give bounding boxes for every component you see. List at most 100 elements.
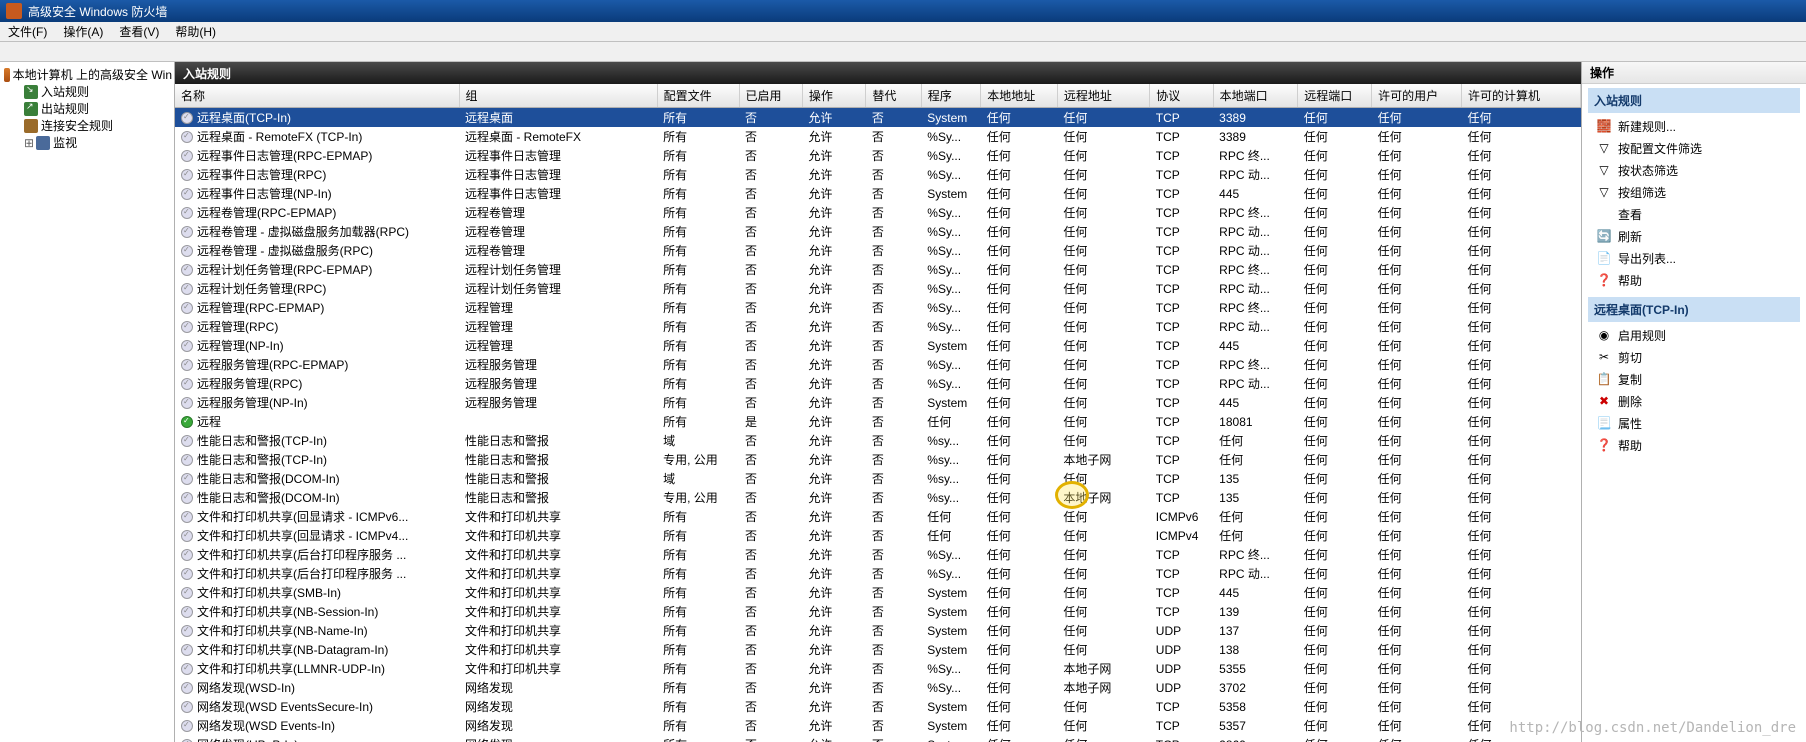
cell-rport: 任何: [1298, 279, 1372, 298]
col-user[interactable]: 许可的用户: [1372, 84, 1462, 108]
menu-view[interactable]: 查看(V): [111, 23, 167, 40]
col-rport[interactable]: 远程端口: [1298, 84, 1372, 108]
col-comp[interactable]: 许可的计算机: [1461, 84, 1580, 108]
table-row[interactable]: 文件和打印机共享(回显请求 - ICMPv6...文件和打印机共享所有否允许否任…: [175, 507, 1581, 526]
col-lport[interactable]: 本地端口: [1213, 84, 1298, 108]
table-row[interactable]: 远程桌面(TCP-In)远程桌面所有否允许否System任何任何TCP3389任…: [175, 108, 1581, 128]
action-properties[interactable]: 📃属性: [1588, 412, 1800, 434]
action-export[interactable]: 📄导出列表...: [1588, 247, 1800, 269]
action-copy[interactable]: 📋复制: [1588, 368, 1800, 390]
rule-status-icon: [181, 283, 193, 295]
table-row[interactable]: 文件和打印机共享(后台打印程序服务 ...文件和打印机共享所有否允许否%Sy..…: [175, 545, 1581, 564]
table-row[interactable]: 远程所有是允许否任何任何任何TCP18081任何任何任何: [175, 412, 1581, 431]
table-row[interactable]: 性能日志和警报(TCP-In)性能日志和警报域否允许否%sy...任何任何TCP…: [175, 431, 1581, 450]
col-program[interactable]: 程序: [921, 84, 980, 108]
cell-profile: 域: [657, 431, 739, 450]
action-refresh[interactable]: 🔄刷新: [1588, 225, 1800, 247]
table-row[interactable]: 远程管理(NP-In)远程管理所有否允许否System任何任何TCP445任何任…: [175, 336, 1581, 355]
table-row[interactable]: 网络发现(UPnP-In)网络发现所有否允许否System任何任何TCP2869…: [175, 735, 1581, 742]
cut-icon: ✂: [1596, 349, 1612, 365]
table-row[interactable]: 网络发现(WSD Events-In)网络发现所有否允许否System任何任何T…: [175, 716, 1581, 735]
col-action[interactable]: 操作: [802, 84, 865, 108]
table-row[interactable]: 远程事件日志管理(RPC)远程事件日志管理所有否允许否%Sy...任何任何TCP…: [175, 165, 1581, 184]
table-row[interactable]: 性能日志和警报(DCOM-In)性能日志和警报域否允许否%sy...任何任何TC…: [175, 469, 1581, 488]
action-help2[interactable]: ❓帮助: [1588, 434, 1800, 456]
cell-profile: 所有: [657, 298, 739, 317]
action-filter-state[interactable]: ▽按状态筛选: [1588, 159, 1800, 181]
cell-raddr: 任何: [1057, 412, 1149, 431]
rule-status-icon: [181, 321, 193, 333]
col-profile[interactable]: 配置文件: [657, 84, 739, 108]
table-row[interactable]: 远程服务管理(RPC)远程服务管理所有否允许否%Sy...任何任何TCPRPC …: [175, 374, 1581, 393]
col-proto[interactable]: 协议: [1150, 84, 1213, 108]
col-name[interactable]: 名称: [175, 84, 459, 108]
action-filter-profile[interactable]: ▽按配置文件筛选: [1588, 137, 1800, 159]
table-row[interactable]: 远程卷管理 - 虚拟磁盘服务(RPC)远程卷管理所有否允许否%Sy...任何任何…: [175, 241, 1581, 260]
action-help[interactable]: ❓帮助: [1588, 269, 1800, 291]
cell-profile: 所有: [657, 716, 739, 735]
table-row[interactable]: 远程计划任务管理(RPC-EPMAP)远程计划任务管理所有否允许否%Sy...任…: [175, 260, 1581, 279]
table-row[interactable]: 性能日志和警报(DCOM-In)性能日志和警报专用, 公用否允许否%sy...任…: [175, 488, 1581, 507]
col-raddr[interactable]: 远程地址: [1057, 84, 1149, 108]
cell-name: 远程服务管理(RPC): [175, 374, 459, 393]
table-row[interactable]: 文件和打印机共享(后台打印程序服务 ...文件和打印机共享所有否允许否%Sy..…: [175, 564, 1581, 583]
cell-proto: TCP: [1150, 735, 1213, 742]
cell-enabled: 否: [739, 507, 802, 526]
nav-root[interactable]: 本地计算机 上的高级安全 Win: [2, 66, 172, 83]
nav-monitor[interactable]: ⊞ 监视: [2, 134, 172, 151]
table-row[interactable]: 远程服务管理(RPC-EPMAP)远程服务管理所有否允许否%Sy...任何任何T…: [175, 355, 1581, 374]
table-row[interactable]: 网络发现(WSD-In)网络发现所有否允许否%Sy...任何本地子网UDP370…: [175, 678, 1581, 697]
cell-user: 任何: [1372, 716, 1462, 735]
table-row[interactable]: 文件和打印机共享(NB-Datagram-In)文件和打印机共享所有否允许否Sy…: [175, 640, 1581, 659]
cell-program: %Sy...: [921, 260, 980, 279]
nav-inbound[interactable]: 入站规则: [2, 83, 172, 100]
table-row[interactable]: 远程计划任务管理(RPC)远程计划任务管理所有否允许否%Sy...任何任何TCP…: [175, 279, 1581, 298]
col-group[interactable]: 组: [459, 84, 657, 108]
action-enable-rule[interactable]: ◉启用规则: [1588, 324, 1800, 346]
cell-laddr: 任何: [981, 716, 1058, 735]
cell-comp: 任何: [1461, 659, 1580, 678]
table-row[interactable]: 远程管理(RPC)远程管理所有否允许否%Sy...任何任何TCPRPC 动...…: [175, 317, 1581, 336]
table-row[interactable]: 文件和打印机共享(回显请求 - ICMPv4...文件和打印机共享所有否允许否任…: [175, 526, 1581, 545]
cell-name: 性能日志和警报(TCP-In): [175, 431, 459, 450]
action-cut[interactable]: ✂剪切: [1588, 346, 1800, 368]
rules-grid-wrap[interactable]: 名称 组 配置文件 已启用 操作 替代 程序 本地地址 远程地址 协议 本地端口…: [175, 84, 1581, 742]
cell-lport: RPC 动...: [1213, 241, 1298, 260]
table-row[interactable]: 性能日志和警报(TCP-In)性能日志和警报专用, 公用否允许否%sy...任何…: [175, 450, 1581, 469]
cell-group: 文件和打印机共享: [459, 564, 657, 583]
table-row[interactable]: 文件和打印机共享(SMB-In)文件和打印机共享所有否允许否System任何任何…: [175, 583, 1581, 602]
toolbar: [0, 42, 1806, 62]
menu-action[interactable]: 操作(A): [55, 23, 111, 40]
col-override[interactable]: 替代: [866, 84, 921, 108]
table-row[interactable]: 远程事件日志管理(NP-In)远程事件日志管理所有否允许否System任何任何T…: [175, 184, 1581, 203]
table-row[interactable]: 远程桌面 - RemoteFX (TCP-In)远程桌面 - RemoteFX所…: [175, 127, 1581, 146]
cell-program: System: [921, 640, 980, 659]
action-new-rule[interactable]: 🧱新建规则...: [1588, 115, 1800, 137]
nav-outbound[interactable]: 出站规则: [2, 100, 172, 117]
table-row[interactable]: 网络发现(WSD EventsSecure-In)网络发现所有否允许否Syste…: [175, 697, 1581, 716]
table-row[interactable]: 远程卷管理(RPC-EPMAP)远程卷管理所有否允许否%Sy...任何任何TCP…: [175, 203, 1581, 222]
col-laddr[interactable]: 本地地址: [981, 84, 1058, 108]
menu-file[interactable]: 文件(F): [0, 23, 55, 40]
cell-lport: RPC 终...: [1213, 298, 1298, 317]
table-row[interactable]: 文件和打印机共享(NB-Name-In)文件和打印机共享所有否允许否System…: [175, 621, 1581, 640]
action-view[interactable]: 查看: [1588, 203, 1800, 225]
table-row[interactable]: 远程卷管理 - 虚拟磁盘服务加载器(RPC)远程卷管理所有否允许否%Sy...任…: [175, 222, 1581, 241]
cell-laddr: 任何: [981, 450, 1058, 469]
nav-security[interactable]: 连接安全规则: [2, 117, 172, 134]
cell-lport: 137: [1213, 621, 1298, 640]
table-row[interactable]: 文件和打印机共享(NB-Session-In)文件和打印机共享所有否允许否Sys…: [175, 602, 1581, 621]
table-row[interactable]: 文件和打印机共享(LLMNR-UDP-In)文件和打印机共享所有否允许否%Sy.…: [175, 659, 1581, 678]
cell-proto: TCP: [1150, 545, 1213, 564]
menu-help[interactable]: 帮助(H): [167, 23, 224, 40]
table-row[interactable]: 远程事件日志管理(RPC-EPMAP)远程事件日志管理所有否允许否%Sy...任…: [175, 146, 1581, 165]
action-filter-group[interactable]: ▽按组筛选: [1588, 181, 1800, 203]
table-row[interactable]: 远程服务管理(NP-In)远程服务管理所有否允许否System任何任何TCP44…: [175, 393, 1581, 412]
cell-action: 允许: [802, 431, 865, 450]
expand-icon[interactable]: ⊞: [24, 136, 34, 150]
table-row[interactable]: 远程管理(RPC-EPMAP)远程管理所有否允许否%Sy...任何任何TCPRP…: [175, 298, 1581, 317]
col-enabled[interactable]: 已启用: [739, 84, 802, 108]
cell-lport: RPC 动...: [1213, 222, 1298, 241]
action-delete[interactable]: ✖删除: [1588, 390, 1800, 412]
cell-user: 任何: [1372, 355, 1462, 374]
